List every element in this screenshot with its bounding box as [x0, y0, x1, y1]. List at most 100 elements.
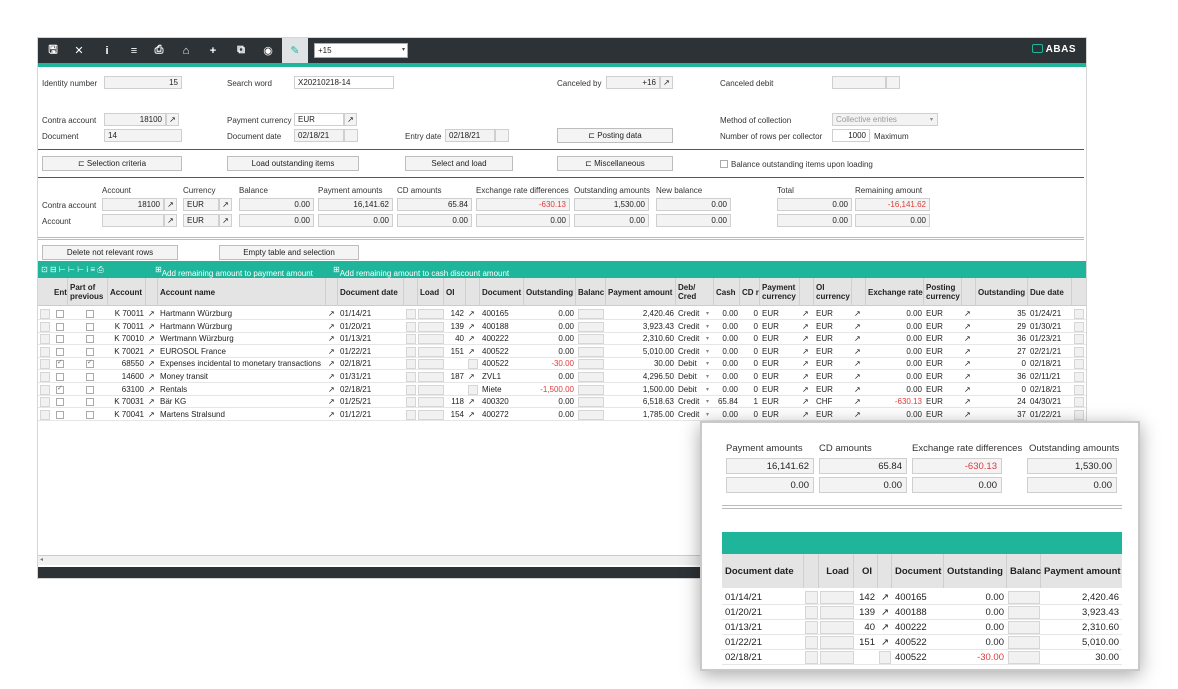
- jump-arrow-icon[interactable]: ↗: [800, 396, 814, 408]
- load-cell[interactable]: [418, 372, 444, 382]
- empty-table-button[interactable]: Empty table and selection: [219, 245, 359, 260]
- part-of-previous-checkbox[interactable]: [86, 358, 94, 369]
- selection-criteria-button[interactable]: ⊏ Selection criteria: [42, 156, 182, 171]
- row-handle[interactable]: [40, 346, 50, 357]
- jump-arrow-icon[interactable]: ↗: [146, 371, 158, 383]
- document-date-field[interactable]: 02/18/21: [294, 129, 344, 142]
- canceled-debit-field[interactable]: [832, 76, 886, 89]
- search-word-field[interactable]: X20210218-14: [294, 76, 394, 89]
- payment-currency-field[interactable]: EUR: [294, 113, 344, 126]
- jump-arrow-icon[interactable]: ↗: [852, 321, 866, 333]
- load-cell[interactable]: [418, 346, 444, 357]
- cash-cell[interactable]: 0.00: [714, 409, 740, 421]
- add-icon[interactable]: +: [200, 38, 226, 63]
- jump-arrow-icon[interactable]: ↗: [146, 346, 158, 358]
- print-icon[interactable]: ⎙: [146, 38, 172, 63]
- jump-arrow-icon[interactable]: ↗: [962, 384, 976, 396]
- jump-arrow-icon[interactable]: ↗: [852, 346, 866, 358]
- jump-arrow-icon[interactable]: ↗: [326, 308, 338, 320]
- jump-arrow-icon[interactable]: ↗: [962, 308, 976, 320]
- view-icon[interactable]: ◉: [255, 38, 281, 63]
- jump-arrow-icon[interactable]: ↗: [466, 308, 480, 320]
- jump-arrow-icon[interactable]: ↗: [800, 308, 814, 320]
- payment-amount-cell[interactable]: 1,785.00: [606, 409, 676, 421]
- add-payment-button[interactable]: ⊞ Add remaining amount to payment amount: [155, 265, 313, 278]
- jump-arrow-icon[interactable]: ↗: [326, 409, 338, 421]
- table-row[interactable]: K 70041 ↗ Martens Stralsund ↗ 01/12/21 154 ↗ 40…: [38, 409, 1086, 421]
- cash-cell[interactable]: 0.00: [714, 346, 740, 358]
- home-icon[interactable]: ⌂: [173, 38, 199, 63]
- entry-date-picker[interactable]: [495, 129, 509, 142]
- sum-row1-account[interactable]: 18100: [102, 198, 164, 211]
- jump-arrow-icon[interactable]: ↗: [146, 321, 158, 333]
- enter-checkbox[interactable]: [56, 322, 64, 331]
- identity-field[interactable]: 15: [104, 76, 182, 89]
- jump-arrow-icon[interactable]: ↗: [326, 396, 338, 408]
- canceled-by-field[interactable]: +16: [606, 76, 660, 89]
- cash-cell[interactable]: 0.00: [714, 333, 740, 345]
- close-icon[interactable]: ✕: [66, 38, 92, 63]
- jump-arrow-icon[interactable]: ↗: [852, 358, 866, 370]
- row-handle[interactable]: [40, 397, 50, 408]
- select-and-load-button[interactable]: Select and load: [405, 156, 513, 171]
- jump-arrow-icon[interactable]: ↗: [800, 346, 814, 358]
- payment-amount-cell[interactable]: 4,296.50: [606, 371, 676, 383]
- jump-arrow-icon[interactable]: ↗: [146, 358, 158, 370]
- document-date-picker[interactable]: [344, 129, 358, 142]
- jump-arrow-icon[interactable]: ↗: [852, 384, 866, 396]
- save-icon[interactable]: 🖫: [40, 38, 66, 63]
- jump-arrow-icon[interactable]: ↗: [219, 198, 232, 211]
- balance-checkbox[interactable]: [720, 160, 728, 168]
- cash-cell[interactable]: 0.00: [714, 308, 740, 320]
- load-outstanding-button[interactable]: Load outstanding items: [227, 156, 359, 171]
- enter-checkbox[interactable]: [56, 398, 64, 407]
- load-cell[interactable]: [418, 321, 444, 332]
- payment-amount-cell[interactable]: 2,310.60: [606, 333, 676, 345]
- table-row[interactable]: K 70011 ↗ Hartmann Würzburg ↗ 01/20/21 139 ↗ 40…: [38, 321, 1086, 333]
- table-row[interactable]: K 70021 ↗ EUROSOL France ↗ 01/22/21 151 ↗ 40052…: [38, 346, 1086, 358]
- jump-arrow-icon[interactable]: ↗: [219, 214, 232, 227]
- load-cell[interactable]: [418, 359, 444, 370]
- jump-arrow-icon[interactable]: ↗: [146, 333, 158, 345]
- load-cell[interactable]: [418, 334, 444, 345]
- jump-arrow-icon[interactable]: ↗: [146, 409, 158, 421]
- info-icon[interactable]: i: [94, 38, 120, 63]
- part-of-previous-checkbox[interactable]: [86, 398, 94, 407]
- jump-arrow-icon[interactable]: ↗: [800, 358, 814, 370]
- jump-arrow-icon[interactable]: ↗: [962, 346, 976, 358]
- part-of-previous-checkbox[interactable]: [86, 385, 94, 394]
- part-of-previous-checkbox[interactable]: [86, 373, 94, 381]
- jump-arrow-icon[interactable]: ↗: [164, 198, 177, 211]
- jump-arrow-icon[interactable]: ↗: [466, 371, 480, 383]
- row-handle[interactable]: [40, 334, 50, 345]
- table-row[interactable]: K 70011 ↗ Hartmann Würzburg ↗ 01/14/21 142 ↗ 40…: [38, 308, 1086, 320]
- jump-arrow-icon[interactable]: ↗: [466, 333, 480, 345]
- sum-row2-currency[interactable]: EUR: [183, 214, 219, 227]
- jump-arrow-icon[interactable]: ↗: [962, 396, 976, 408]
- payment-amount-cell[interactable]: 5,010.00: [606, 346, 676, 358]
- cash-cell[interactable]: 0.00: [714, 384, 740, 396]
- jump-arrow-icon[interactable]: ↗: [466, 321, 480, 333]
- jump-arrow-icon[interactable]: ↗: [962, 333, 976, 345]
- jump-arrow-icon[interactable]: ↗: [962, 409, 976, 421]
- cash-cell[interactable]: 65.84: [714, 396, 740, 408]
- contra-account-field[interactable]: 18100: [104, 113, 166, 126]
- jump-arrow-icon[interactable]: ↗: [852, 409, 866, 421]
- jump-arrow-icon[interactable]: ↗: [146, 308, 158, 320]
- sum-row2-account[interactable]: [102, 214, 164, 227]
- load-cell[interactable]: [418, 384, 444, 395]
- rows-per-collector-field[interactable]: 1000: [832, 129, 870, 142]
- jump-arrow-icon[interactable]: ↗: [962, 321, 976, 333]
- toolbar-select[interactable]: +15 ▾: [314, 43, 408, 58]
- load-cell[interactable]: [418, 309, 444, 319]
- jump-arrow-icon[interactable]: ↗: [800, 409, 814, 421]
- enter-checkbox[interactable]: [56, 347, 64, 356]
- method-select[interactable]: Collective entries: [832, 113, 938, 126]
- table-row[interactable]: K 70031 ↗ Bär KG ↗ 01/25/21 118 ↗ 400320 0.00 6,5…: [38, 396, 1086, 409]
- enter-checkbox[interactable]: [56, 310, 64, 318]
- copy-icon[interactable]: ⧉: [228, 38, 254, 63]
- jump-arrow-icon[interactable]: ↗: [326, 371, 338, 383]
- row-handle[interactable]: [40, 359, 50, 370]
- row-handle[interactable]: [40, 372, 50, 382]
- jump-arrow-icon[interactable]: ↗: [800, 384, 814, 396]
